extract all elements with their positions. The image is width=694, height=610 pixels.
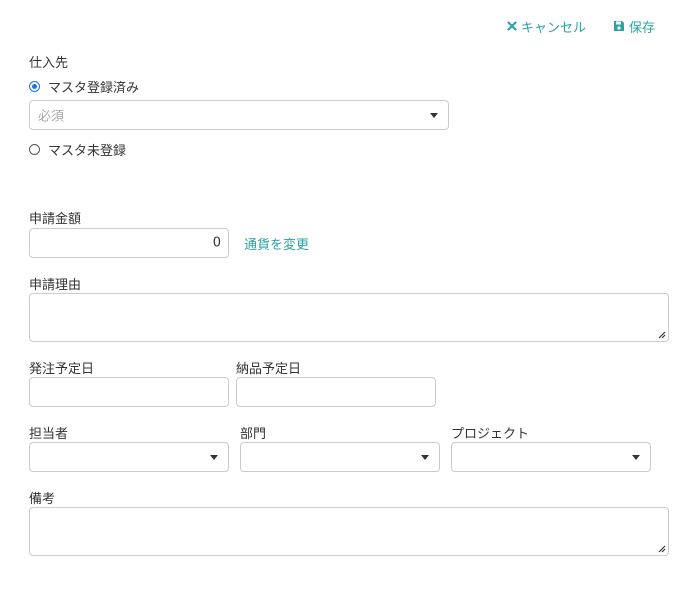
supplier-select[interactable]: 必須: [29, 100, 449, 130]
radio-unregistered[interactable]: [29, 144, 40, 155]
radio-registered[interactable]: [29, 81, 40, 92]
amount-label: 申請金額: [29, 212, 82, 227]
close-icon: [507, 21, 517, 31]
chevron-down-icon: [430, 113, 438, 118]
resize-grip-icon[interactable]: [657, 544, 666, 553]
delivery-date-input[interactable]: [236, 377, 436, 407]
change-currency-link[interactable]: 通貨を変更: [244, 234, 309, 253]
delivery-date-label: 納品予定日: [236, 362, 302, 377]
notes-label: 備考: [29, 492, 56, 507]
supplier-label: 仕入先: [29, 56, 69, 71]
department-select[interactable]: [240, 442, 440, 472]
cancel-label: キャンセル: [521, 20, 587, 36]
assignee-label: 担当者: [29, 427, 69, 442]
supplier-registered-option[interactable]: マスタ登録済み: [29, 77, 139, 96]
assignee-select[interactable]: [29, 442, 229, 472]
save-label: 保存: [629, 20, 656, 36]
chevron-down-icon: [632, 455, 640, 460]
order-date-label: 発注予定日: [29, 362, 95, 377]
notes-textarea[interactable]: [29, 507, 669, 556]
amount-input[interactable]: 0: [29, 228, 229, 258]
radio-unregistered-label: マスタ未登録: [48, 144, 127, 159]
supplier-select-placeholder: 必須: [38, 109, 65, 125]
reason-textarea[interactable]: [29, 293, 669, 342]
project-label: プロジェクト: [451, 427, 530, 442]
department-label: 部門: [240, 427, 267, 442]
project-select[interactable]: [451, 442, 651, 472]
resize-grip-icon[interactable]: [657, 330, 666, 339]
order-date-input[interactable]: [29, 377, 229, 407]
floppy-disk-icon: [613, 20, 625, 32]
amount-value: 0: [212, 235, 221, 251]
cancel-button[interactable]: キャンセル: [507, 16, 586, 36]
chevron-down-icon: [210, 455, 218, 460]
supplier-unregistered-option[interactable]: マスタ未登録: [29, 140, 126, 159]
reason-label: 申請理由: [29, 278, 82, 293]
radio-registered-label: マスタ登録済み: [48, 81, 140, 96]
chevron-down-icon: [421, 455, 429, 460]
save-button[interactable]: 保存: [613, 16, 655, 36]
